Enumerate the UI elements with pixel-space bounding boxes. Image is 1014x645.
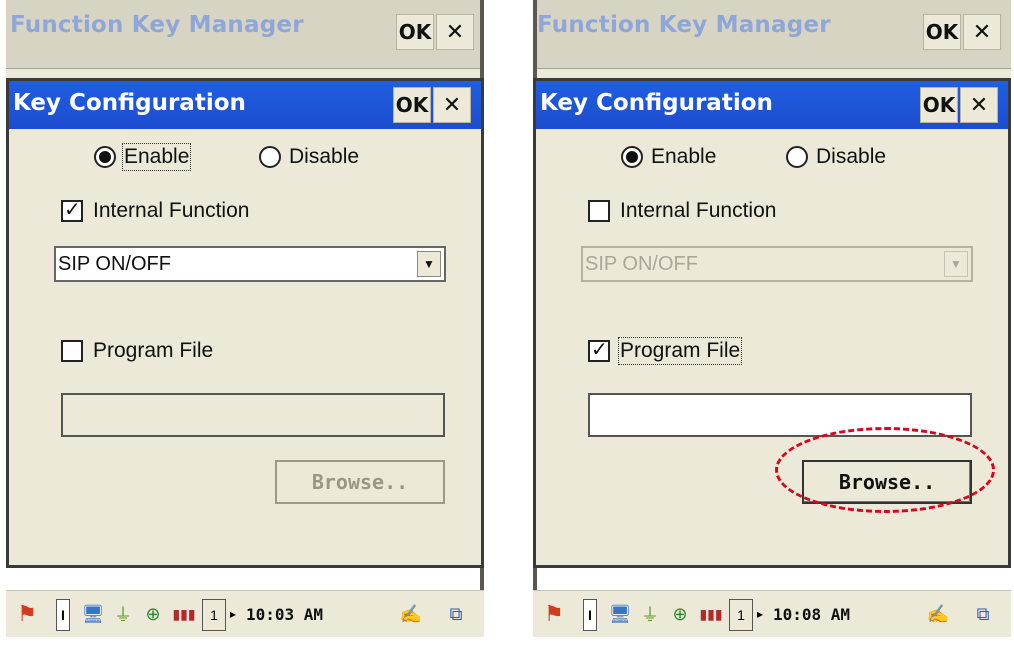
- input-indicator-icon[interactable]: I: [583, 599, 597, 631]
- app-title: Function Key Manager: [537, 12, 831, 38]
- keyboard-sip-icon[interactable]: ✍: [923, 599, 953, 629]
- dialog-close-button[interactable]: ✕: [433, 87, 471, 123]
- network-icon[interactable]: 🖥: [607, 599, 633, 629]
- browse-button: Browse..: [275, 460, 445, 504]
- app-close-button[interactable]: ✕: [436, 14, 474, 50]
- enable-label: Enable: [651, 145, 717, 168]
- keyboard-sip-icon[interactable]: ✍: [396, 599, 426, 629]
- input-mode-number: 1: [737, 607, 745, 623]
- clock[interactable]: 10:08 AM: [773, 605, 850, 624]
- disable-label: Disable: [816, 145, 887, 168]
- internal-function-checkbox[interactable]: Internal Function: [588, 199, 776, 223]
- screenshot-left: Function Key Manager OK ✕ Key Configurat…: [6, 0, 484, 645]
- power-plug-icon[interactable]: ⏚: [637, 599, 663, 629]
- input-mode-number: 1: [210, 607, 218, 623]
- battery-icon[interactable]: ▮▮▮: [170, 599, 198, 629]
- input-mode-icon[interactable]: 1: [729, 599, 753, 631]
- windows-start-icon[interactable]: ⚑: [539, 599, 569, 629]
- enable-radio[interactable]: Enable: [621, 145, 716, 169]
- app-ok-button[interactable]: OK: [396, 14, 434, 50]
- arrow-right-icon: ▸: [756, 607, 764, 621]
- radio-unselected-icon: [259, 146, 281, 168]
- disable-label: Disable: [289, 145, 360, 168]
- network-icon[interactable]: 🖥: [80, 599, 106, 629]
- wireless-icon[interactable]: ⊕: [667, 599, 693, 629]
- app-close-button[interactable]: ✕: [963, 14, 1001, 50]
- dialog-title: Key Configuration: [540, 90, 773, 116]
- internal-function-label: Internal Function: [93, 199, 250, 222]
- dialog-ok-button[interactable]: OK: [393, 87, 431, 123]
- clock[interactable]: 10:03 AM: [246, 605, 323, 624]
- browse-highlight-annotation: [775, 427, 995, 513]
- checkbox-checked-icon: [588, 337, 610, 362]
- disable-radio[interactable]: Disable: [259, 145, 359, 169]
- checkbox-unchecked-icon: [61, 340, 83, 362]
- input-mode-icon[interactable]: 1: [202, 599, 226, 631]
- function-select[interactable]: SIP ON/OFF ▼: [54, 246, 446, 282]
- program-file-path-input: [61, 393, 445, 437]
- dialog-close-button[interactable]: ✕: [960, 87, 998, 123]
- disable-radio[interactable]: Disable: [786, 145, 886, 169]
- windows-start-icon[interactable]: ⚑: [12, 599, 42, 629]
- app-title-bar: Function Key Manager OK ✕: [6, 0, 484, 68]
- arrow-right-icon: ▸: [229, 607, 237, 621]
- function-select: SIP ON/OFF ▼: [581, 246, 973, 282]
- taskbar: ⚑ I 🖥 ⏚ ⊕ ▮▮▮ 1 ▸ 10:08 AM ✍ ⧉: [533, 590, 1011, 637]
- radio-unselected-icon: [786, 146, 808, 168]
- dialog-title-bar: Key Configuration OK ✕: [9, 81, 481, 129]
- app-ok-button[interactable]: OK: [923, 14, 961, 50]
- internal-function-label: Internal Function: [620, 199, 777, 222]
- dialog-ok-button[interactable]: OK: [920, 87, 958, 123]
- program-file-checkbox[interactable]: Program File: [588, 337, 743, 365]
- program-file-label: Program File: [617, 337, 743, 365]
- taskbar: ⚑ I 🖥 ⏚ ⊕ ▮▮▮ 1 ▸ 10:03 AM ✍ ⧉: [6, 590, 484, 637]
- checkbox-checked-icon: [61, 197, 83, 222]
- key-configuration-dialog: Key Configuration OK ✕ Enable Disable In…: [6, 78, 484, 568]
- program-file-label: Program File: [93, 339, 214, 362]
- function-select-value: SIP ON/OFF: [585, 253, 698, 275]
- wireless-icon[interactable]: ⊕: [140, 599, 166, 629]
- window-switch-icon[interactable]: ⧉: [969, 599, 997, 629]
- power-plug-icon[interactable]: ⏚: [110, 599, 136, 629]
- app-title: Function Key Manager: [10, 12, 304, 38]
- window-switch-icon[interactable]: ⧉: [442, 599, 470, 629]
- function-select-value: SIP ON/OFF: [58, 253, 171, 275]
- dropdown-arrow-icon[interactable]: ▼: [417, 251, 441, 277]
- enable-radio[interactable]: Enable: [94, 143, 192, 171]
- internal-function-checkbox[interactable]: Internal Function: [61, 197, 250, 223]
- screenshot-right: Function Key Manager OK ✕ Key Configurat…: [533, 0, 1011, 645]
- battery-icon[interactable]: ▮▮▮: [697, 599, 725, 629]
- radio-selected-icon: [621, 146, 643, 168]
- dialog-title: Key Configuration: [13, 90, 246, 116]
- app-title-bar: Function Key Manager OK ✕: [533, 0, 1011, 68]
- dialog-title-bar: Key Configuration OK ✕: [536, 81, 1008, 129]
- enable-label: Enable: [121, 143, 192, 171]
- checkbox-unchecked-icon: [588, 200, 610, 222]
- radio-selected-icon: [94, 146, 116, 168]
- dropdown-arrow-icon: ▼: [944, 251, 968, 277]
- program-file-checkbox[interactable]: Program File: [61, 339, 213, 363]
- input-indicator-icon[interactable]: I: [56, 599, 70, 631]
